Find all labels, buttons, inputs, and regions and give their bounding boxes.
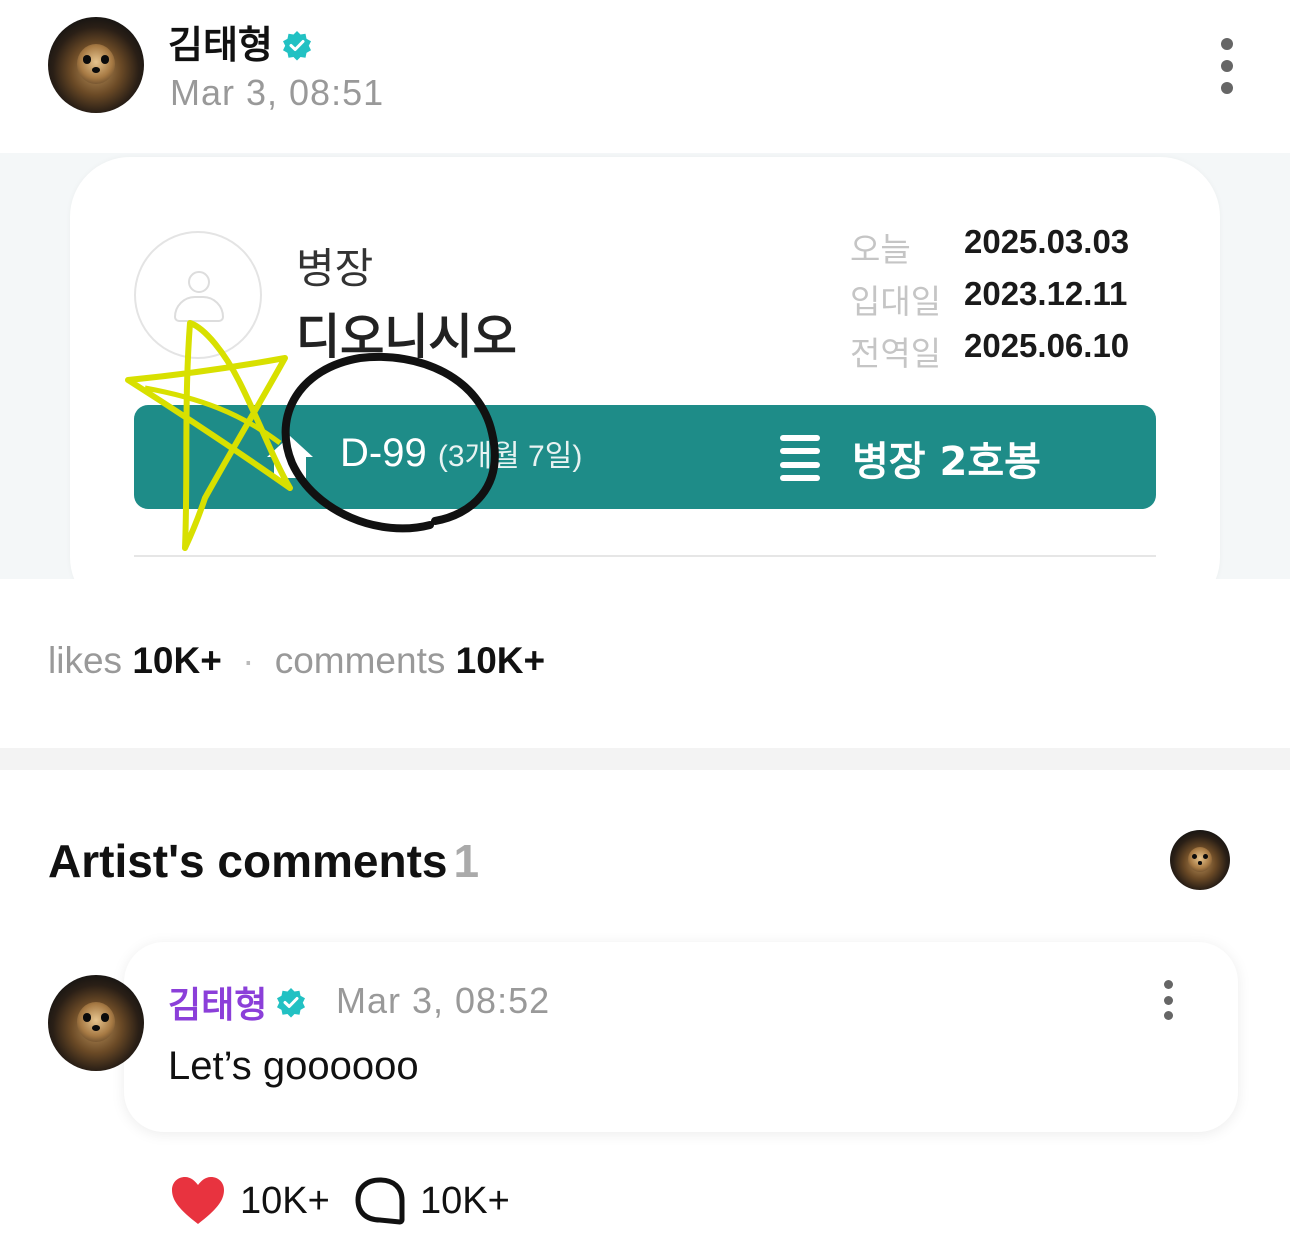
- comment-author-name[interactable]: 김태형: [168, 976, 307, 1028]
- post-more-options-icon[interactable]: [1214, 38, 1240, 94]
- post-stats: likes 10K+ · comments 10K+: [48, 640, 545, 682]
- date-row-enlist: 입대일 2023.12.11: [850, 275, 1127, 323]
- reply-button[interactable]: 10K+: [354, 1176, 510, 1226]
- post-image[interactable]: 병장 디오니시오 오늘 2025.03.03 입대일 2023.12.11 전역…: [0, 153, 1290, 579]
- home-icon: [267, 436, 313, 478]
- reply-count: 10K+: [420, 1179, 510, 1222]
- date-label: 입대일: [850, 282, 942, 321]
- date-label: 오늘: [850, 230, 911, 269]
- comments-label: comments: [274, 640, 446, 681]
- comment-card: 김태형 Mar 3, 08:52 Let’s goooooo: [124, 942, 1238, 1132]
- artist-comments-heading: Artist's comments 1: [48, 834, 479, 888]
- post-author-label: 김태형: [168, 23, 273, 67]
- dday-value: D-99: [340, 431, 427, 475]
- date-label: 전역일: [850, 334, 942, 373]
- post-author-name[interactable]: 김태형: [168, 14, 313, 69]
- verified-badge-icon: [281, 26, 313, 60]
- date-row-discharge: 전역일 2025.06.10: [850, 327, 1129, 375]
- date-value: 2023.12.11: [964, 275, 1128, 312]
- post-timestamp: Mar 3, 08:51: [170, 72, 385, 113]
- artist-comments-title: Artist's comments: [48, 835, 448, 887]
- artist-comments-avatar[interactable]: [1170, 830, 1230, 890]
- card-divider: [134, 555, 1156, 557]
- likes-count[interactable]: 10K+: [132, 640, 221, 681]
- dday-countdown: D-99 (3개월 7일): [340, 431, 582, 476]
- section-divider: [0, 748, 1290, 770]
- comment-timestamp: Mar 3, 08:52: [336, 980, 551, 1021]
- likes-label: likes: [48, 640, 123, 681]
- date-value: 2025.06.10: [964, 327, 1130, 364]
- person-placeholder-icon: [134, 231, 262, 359]
- verified-badge-icon: [275, 986, 307, 1018]
- comment-bubble-icon: [355, 1177, 405, 1225]
- dday-detail: (3개월 7일): [437, 440, 583, 473]
- dday-bar: D-99 (3개월 7일) 병장 2호봉: [134, 405, 1156, 509]
- heart-icon: [172, 1177, 224, 1224]
- rank-label: 병장: [296, 244, 374, 293]
- comment-author-avatar[interactable]: [48, 975, 144, 1071]
- military-service-card: 병장 디오니시오 오늘 2025.03.03 입대일 2023.12.11 전역…: [70, 157, 1220, 579]
- comment-more-options-icon[interactable]: [1158, 980, 1178, 1020]
- like-button[interactable]: 10K+: [170, 1176, 330, 1226]
- like-count: 10K+: [240, 1179, 330, 1222]
- salary-grade: 병장 2호봉: [852, 439, 1041, 485]
- comments-count[interactable]: 10K+: [456, 640, 545, 681]
- comment-author-label: 김태형: [168, 985, 268, 1026]
- comment-text: Let’s goooooo: [168, 1044, 419, 1088]
- unit-name: 디오니시오: [296, 309, 517, 365]
- post-author-avatar[interactable]: [48, 17, 144, 113]
- date-row-today: 오늘 2025.03.03: [850, 223, 1129, 271]
- menu-icon: [780, 435, 820, 481]
- date-value: 2025.03.03: [964, 223, 1130, 260]
- stats-separator: ·: [242, 640, 255, 681]
- artist-comments-count: 1: [453, 835, 480, 887]
